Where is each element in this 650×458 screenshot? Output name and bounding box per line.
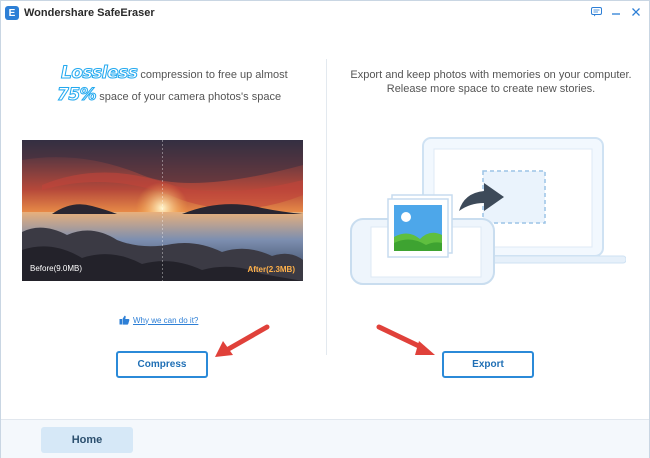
before-after-photo: Before(9.0MB) After(2.3MB) — [22, 140, 303, 281]
sunset-landscape-image — [22, 140, 303, 281]
app-logo-icon: E — [5, 6, 19, 20]
app-title: Wondershare SafeEraser — [24, 7, 155, 19]
annotation-arrow-compress — [215, 324, 270, 357]
percent-highlight: 75% — [56, 85, 97, 106]
close-icon[interactable] — [629, 5, 643, 19]
title-bar: E Wondershare SafeEraser — [1, 1, 649, 25]
headline-text-1: compression to free up almost — [140, 69, 288, 81]
compression-headline: Lossless compression to free up almost 7… — [56, 63, 301, 106]
annotation-arrow-export — [376, 324, 435, 355]
after-size-label: After(2.3MB) — [247, 265, 295, 274]
why-link-text: Why we can do it? — [133, 315, 199, 325]
thumbs-up-icon — [119, 315, 130, 325]
app-window: E Wondershare SafeEraser Lossless compre… — [0, 0, 650, 458]
export-button[interactable]: Export — [442, 351, 534, 378]
why-we-can-do-it-link[interactable]: Why we can do it? — [119, 315, 198, 325]
headline-line-1: Lossless compression to free up almost — [60, 63, 301, 84]
feedback-icon[interactable] — [589, 5, 603, 19]
export-description: Export and keep photos with memories on … — [350, 69, 632, 95]
headline-text-2: space of your camera photos's space — [99, 91, 282, 103]
panel-divider — [326, 59, 327, 355]
home-tab[interactable]: Home — [41, 427, 133, 453]
before-size-label: Before(9.0MB) — [30, 264, 83, 273]
export-illustration — [350, 137, 626, 285]
window-controls — [589, 5, 643, 19]
compress-button[interactable]: Compress — [116, 351, 208, 378]
footer-bar: Home — [1, 420, 649, 458]
headline-line-2: 75% space of your camera photos's space — [56, 85, 301, 106]
minimize-icon[interactable] — [609, 5, 623, 19]
lossless-highlight: Lossless — [60, 63, 138, 84]
